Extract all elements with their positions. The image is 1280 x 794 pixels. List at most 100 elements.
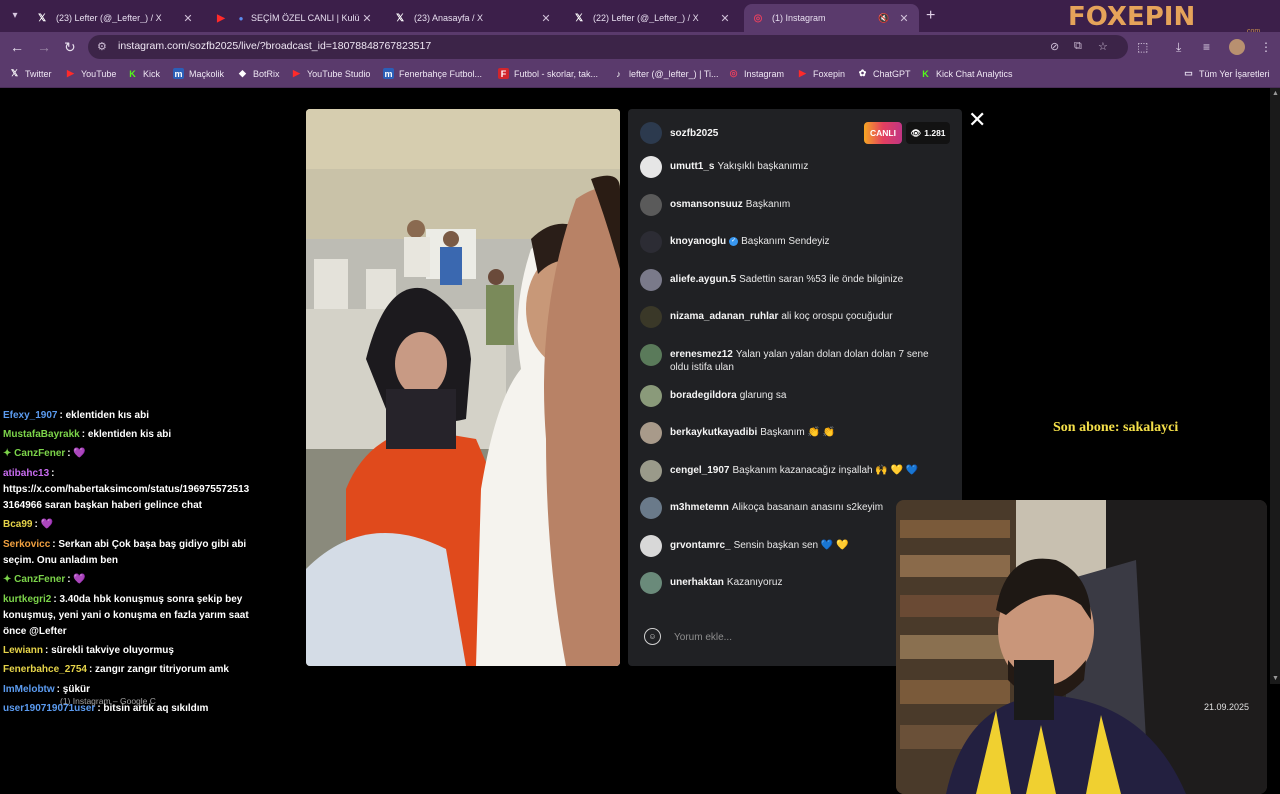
close-icon[interactable]: ✕ [897,12,911,25]
tab-lefter-x[interactable]: 𝕏 (23) Lefter (@_Lefter_) / X ✕ [28,4,203,32]
close-icon[interactable]: ✕ [181,12,195,25]
comment-username[interactable]: erenesmez12 [670,349,733,360]
site-settings-icon[interactable]: ⚙ [97,40,107,53]
live-header: sozfb2025 CANLI 👁 1.281 [628,119,962,147]
x-icon: 𝕏 [574,12,584,24]
chat-message: Fenerbahce_2754: zangır zangır titriyoru… [3,662,268,678]
media-control-icon[interactable]: ≡ [1203,40,1210,54]
address-bar[interactable]: ⚙ instagram.com/sozfb2025/live/?broadcas… [88,35,1128,59]
scroll-up-icon[interactable]: ▲ [1272,90,1279,97]
new-tab-button[interactable]: + [926,7,935,25]
host-avatar[interactable] [640,122,662,144]
avatar[interactable] [640,572,662,594]
comment-username[interactable]: osmansonsuuz [670,199,743,210]
host-username[interactable]: sozfb2025 [670,128,718,139]
reload-button[interactable]: ↻ [64,39,76,56]
avatar[interactable] [640,156,662,178]
bookmark-foxepin[interactable]: ▶ Foxepin [797,68,845,79]
chat-message: Efexy_1907: eklentiden kıs abi [3,408,268,424]
bookmark-youtube-studio[interactable]: ▶ YouTube Studio [291,68,370,79]
download-icon[interactable]: ⤓ [1176,40,1181,55]
bookmark-chatgpt[interactable]: ✿ ChatGPT [857,68,911,79]
avatar[interactable] [640,306,662,328]
eye-icon: 👁 [910,127,922,138]
emoji-icon[interactable]: ☺ [644,628,661,645]
bookmark-all-bookmarks[interactable]: ▭ Tüm Yer İşaretleri [1183,68,1269,79]
avatar[interactable] [640,231,662,253]
viewer-count-value: 1.281 [924,128,946,138]
avatar[interactable] [640,344,662,366]
last-subscriber-label: Son abone: sakalayci [1053,420,1179,435]
bookmark-flashscore[interactable]: F Futbol - skorlar, tak... [498,68,598,79]
bookmark-instagram[interactable]: ◎ Instagram [728,68,784,79]
camera-off-icon[interactable]: ⊘ [1050,40,1059,53]
close-icon[interactable]: ✕ [968,107,986,133]
comment-username[interactable]: unerhaktan [670,577,724,588]
forward-button[interactable]: → [37,39,51,55]
youtube-icon: ▶ [67,68,74,78]
close-icon[interactable]: ✕ [539,12,553,25]
menu-kebab-icon[interactable]: ⋮ [1260,40,1272,54]
heart-emote: 💜 [73,448,86,459]
comment-text: Başkanım Sendeyiz [741,236,830,247]
comment-username[interactable]: boradegildora [670,390,737,401]
bookmark-botrix[interactable]: ◆ BotRix [237,68,279,79]
chat-user: Serkovicc [3,539,51,550]
chat-message: ✦ CanzFener: 💜 [3,572,268,588]
comment-username[interactable]: grvontamrc_ [670,540,731,551]
comment-input[interactable]: Yorum ekle... [674,632,732,643]
tab-title: (23) Anasayfa / X [414,13,484,23]
tab-instagram[interactable]: ◎ (1) Instagram 🔇 ✕ [744,4,919,32]
tab-anasayfa-x[interactable]: 𝕏 (23) Anasayfa / X ✕ [386,4,561,32]
live-video[interactable] [306,109,620,666]
browser-toolbar: ← → ↻ ⚙ instagram.com/sozfb2025/live/?br… [0,32,1280,62]
comment-username[interactable]: berkaykutkayadibi [670,427,757,438]
chat-text: https://x.com/habertaksimcom/status/1969… [3,484,250,495]
bookmark-mackolik[interactable]: m Maçkolik [173,68,224,79]
bookmarks-bar: 𝕏 Twitter ▶ YouTube K Kick m Maçkolik ◆ BotRi… [0,62,1280,88]
tab-search-button[interactable]: ▾ [6,6,24,24]
page-content: sozfb2025 CANLI 👁 1.281 umutt1_s Yakışıkl… [0,88,1280,794]
bookmark-youtube[interactable]: ▶ YouTube [65,68,116,79]
profile-avatar[interactable] [1229,39,1245,55]
avatar[interactable] [640,194,662,216]
avatar[interactable] [640,422,662,444]
comment-username[interactable]: umutt1_s [670,161,714,172]
muted-speaker-icon[interactable]: 🔇 [877,13,891,24]
tab-lefter-x-2[interactable]: 𝕏 (22) Lefter (@_Lefter_) / X ✕ [565,4,740,32]
youtube-icon: ▶ [293,68,300,78]
avatar[interactable] [640,460,662,482]
comment-username[interactable]: cengel_1907 [670,465,730,476]
chat-text: 3164966 saran başkan haberi gelince chat [3,500,202,511]
bookmark-tiktok[interactable]: ♪ lefter (@_lefter_) | Ti... [613,68,718,79]
extensions-icon[interactable]: ⬚ [1137,40,1148,54]
bookmark-fenerbahce[interactable]: m Fenerbahçe Futbol... [383,68,482,79]
avatar[interactable] [640,535,662,557]
chat-message-cont: konuşmuş, yeni yani o konuşma en fazla y… [3,608,268,624]
page-scrollbar[interactable]: ▲ ▼ [1270,88,1280,684]
bookmark-kick-chat-analytics[interactable]: K Kick Chat Analytics [920,68,1012,79]
close-icon[interactable]: ✕ [360,12,374,25]
mackolik-icon: m [383,68,394,79]
bookmark-twitter[interactable]: 𝕏 Twitter [9,68,52,79]
comment-username[interactable]: aliefe.aygun.5 [670,274,736,285]
comment-username[interactable]: nizama_adanan_ruhlar [670,311,778,322]
comment-item: unerhaktan Kazanıyoruz [640,572,940,594]
avatar[interactable] [640,385,662,407]
avatar[interactable] [640,269,662,291]
comment-username[interactable]: m3hmetemn [670,502,729,513]
close-icon[interactable]: ✕ [718,12,732,25]
scroll-down-icon[interactable]: ▼ [1272,675,1279,682]
bookmark-label: YouTube Studio [307,68,371,79]
live-video-frame [306,109,620,666]
bookmark-kick[interactable]: K Kick [127,68,160,79]
back-button[interactable]: ← [10,39,24,55]
install-app-icon[interactable]: ⧉ [1074,40,1082,53]
chat-text: konuşmuş, yeni yani o konuşma en fazla y… [3,610,249,621]
bookmark-star-icon[interactable]: ☆ [1098,40,1108,53]
comment-text: Kazanıyoruz [726,577,783,588]
tab-secim-youtube[interactable]: ▶ ● SEÇİM ÖZEL CANLI | Kulübü ✕ [207,4,382,32]
webcam-overlay [896,500,1267,794]
comment-username[interactable]: knoyanoglu [670,236,726,247]
avatar[interactable] [640,497,662,519]
